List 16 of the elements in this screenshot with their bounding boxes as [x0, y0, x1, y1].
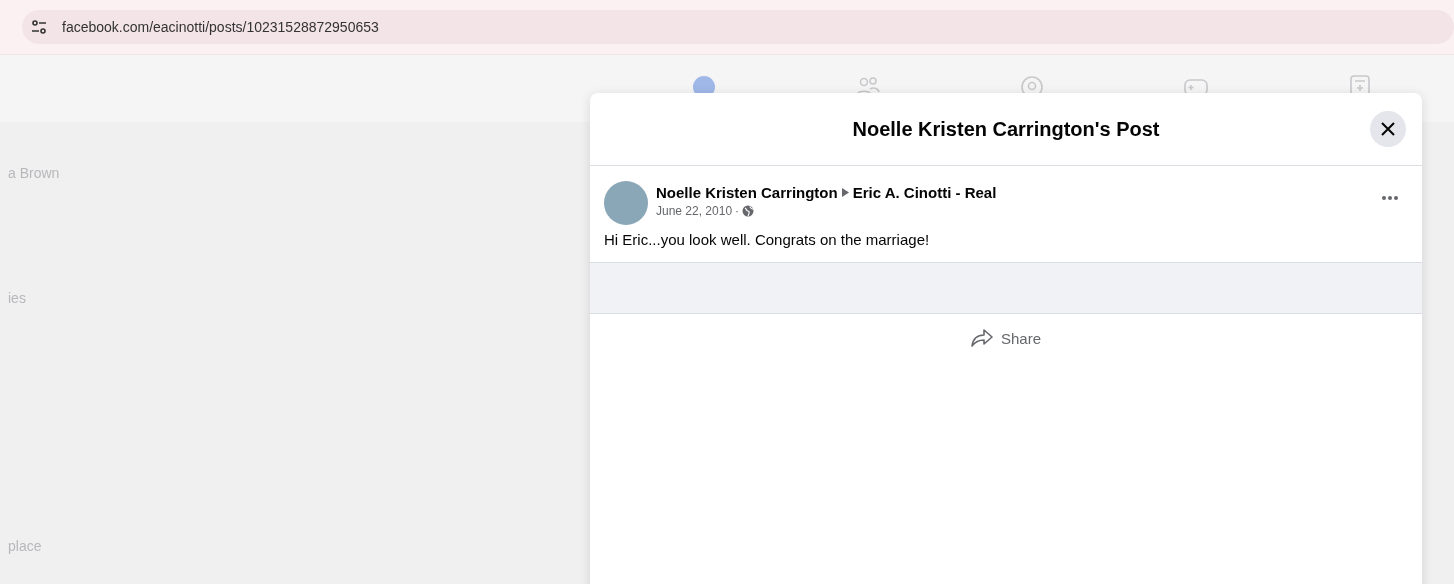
post-date[interactable]: June 22, 2010 — [656, 204, 733, 218]
url-text: facebook.com/eacinotti/posts/10231528872950653 — [62, 19, 379, 35]
share-arrow-icon — [971, 328, 993, 348]
target-link[interactable]: Eric A. Cinotti - Real — [852, 184, 997, 201]
address-bar[interactable]: facebook.com/eacinotti/posts/10231528872950653 — [22, 10, 1454, 44]
post-text: Hi Eric...you look well. Congrats on the marriage! — [603, 230, 931, 250]
dialog-title: Noelle Kristen Carrington's Post — [852, 117, 1160, 141]
close-button[interactable] — [1370, 111, 1406, 147]
avatar[interactable] — [604, 181, 648, 225]
triangle-icon — [841, 188, 849, 197]
globe-icon — [742, 205, 755, 217]
separator-dot: · — [735, 204, 740, 218]
more-options-icon[interactable] — [1380, 195, 1400, 201]
author-link[interactable]: Noelle Kristen Carrington — [656, 184, 838, 201]
close-icon — [1380, 121, 1396, 137]
share-button[interactable]: Share — [965, 326, 1047, 350]
